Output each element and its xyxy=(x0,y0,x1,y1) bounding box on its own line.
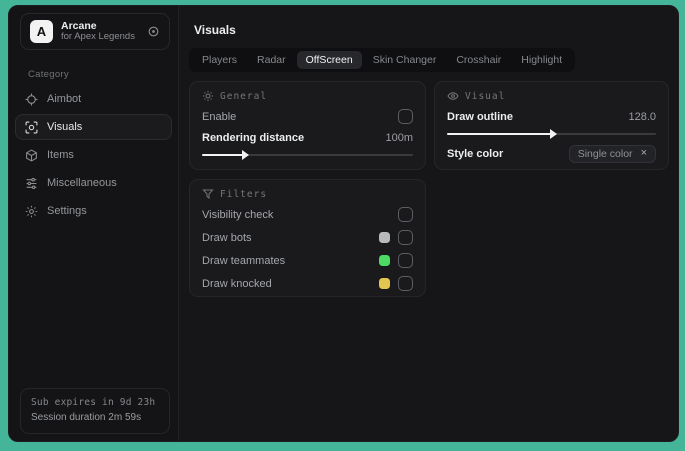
sidebar-item-settings[interactable]: Settings xyxy=(15,198,172,224)
tab-players[interactable]: Players xyxy=(193,51,246,69)
section-title: Filters xyxy=(220,188,268,200)
category-label: Category xyxy=(28,69,69,80)
sliders-icon xyxy=(25,177,38,190)
sidebar-item-label: Items xyxy=(47,149,74,161)
filters-section: Filters Visibility check Draw bots Draw … xyxy=(189,179,426,297)
tab-offscreen[interactable]: OffScreen xyxy=(296,51,362,69)
eye-scan-icon xyxy=(25,121,38,134)
rendering-distance-label: Rendering distance xyxy=(202,131,305,144)
sidebar-item-items[interactable]: Items xyxy=(15,142,172,168)
enable-label: Enable xyxy=(202,110,237,123)
draw-bots-color-swatch[interactable] xyxy=(379,232,390,243)
slider-thumb[interactable] xyxy=(549,129,557,139)
sidebar-item-label: Aimbot xyxy=(47,93,82,105)
style-color-value: Single color xyxy=(577,147,633,160)
tab-skin-changer[interactable]: Skin Changer xyxy=(364,51,446,69)
sidebar-item-label: Visuals xyxy=(47,121,83,133)
general-section: General Enable Rendering distance 100m xyxy=(189,81,426,170)
cube-icon xyxy=(25,148,38,162)
tab-radar[interactable]: Radar xyxy=(248,51,295,69)
rendering-distance-slider[interactable] xyxy=(202,150,413,160)
draw-outline-slider[interactable] xyxy=(447,129,656,139)
section-title: Visual xyxy=(465,90,506,102)
sun-icon xyxy=(202,90,214,102)
draw-knocked-color-swatch[interactable] xyxy=(379,278,390,289)
style-color-select[interactable]: Single color × xyxy=(568,144,656,163)
draw-outline-label: Draw outline xyxy=(447,110,514,123)
sidebar: A Arcane for Apex Legends Category Aimbo… xyxy=(9,6,179,441)
page-title: Visuals xyxy=(194,23,236,37)
visual-section: Visual Draw outline 128.0 Style color Si… xyxy=(434,81,669,170)
sidebar-item-aimbot[interactable]: Aimbot xyxy=(15,86,172,112)
draw-teammates-color-swatch[interactable] xyxy=(379,255,390,266)
session-duration-text: Session duration 2m 59s xyxy=(31,412,142,423)
draw-teammates-checkbox[interactable] xyxy=(398,253,413,268)
draw-bots-checkbox[interactable] xyxy=(398,230,413,245)
eye-icon xyxy=(447,90,459,102)
sidebar-item-visuals[interactable]: Visuals xyxy=(15,114,172,140)
sidebar-item-label: Miscellaneous xyxy=(47,177,117,189)
draw-knocked-checkbox[interactable] xyxy=(398,276,413,291)
draw-knocked-label: Draw knocked xyxy=(202,277,272,290)
close-icon[interactable]: × xyxy=(641,148,647,159)
tab-bar: Players Radar OffScreen Skin Changer Cro… xyxy=(189,48,576,72)
visibility-check-label: Visibility check xyxy=(202,208,274,221)
sub-expires-text: Sub expires in 9d 23h xyxy=(31,396,156,408)
enable-checkbox[interactable] xyxy=(398,109,413,124)
app-header: A Arcane for Apex Legends xyxy=(20,13,170,50)
app-window: A Arcane for Apex Legends Category Aimbo… xyxy=(8,5,679,442)
subscription-status: Sub expires in 9d 23h Session duration 2… xyxy=(20,387,170,434)
main-content: Visuals Players Radar OffScreen Skin Cha… xyxy=(179,6,678,441)
slider-thumb[interactable] xyxy=(242,150,250,160)
draw-outline-value: 128.0 xyxy=(628,110,656,123)
sidebar-item-label: Settings xyxy=(47,205,87,217)
rendering-distance-value: 100m xyxy=(385,131,413,144)
visibility-check-checkbox[interactable] xyxy=(398,207,413,222)
funnel-icon xyxy=(202,188,214,200)
section-title: General xyxy=(220,90,268,102)
style-color-label: Style color xyxy=(447,147,504,160)
sidebar-nav: Aimbot Visuals Items Miscellaneous Setti… xyxy=(9,86,178,224)
draw-bots-label: Draw bots xyxy=(202,231,252,244)
draw-teammates-label: Draw teammates xyxy=(202,254,286,267)
tab-highlight[interactable]: Highlight xyxy=(512,51,571,69)
crosshair-icon xyxy=(25,93,38,106)
gear-icon xyxy=(25,205,38,218)
tab-crosshair[interactable]: Crosshair xyxy=(447,51,510,69)
sidebar-item-miscellaneous[interactable]: Miscellaneous xyxy=(15,170,172,196)
app-subtitle: for Apex Legends xyxy=(61,31,135,43)
app-logo: A xyxy=(30,20,53,43)
target-icon[interactable] xyxy=(147,25,160,38)
